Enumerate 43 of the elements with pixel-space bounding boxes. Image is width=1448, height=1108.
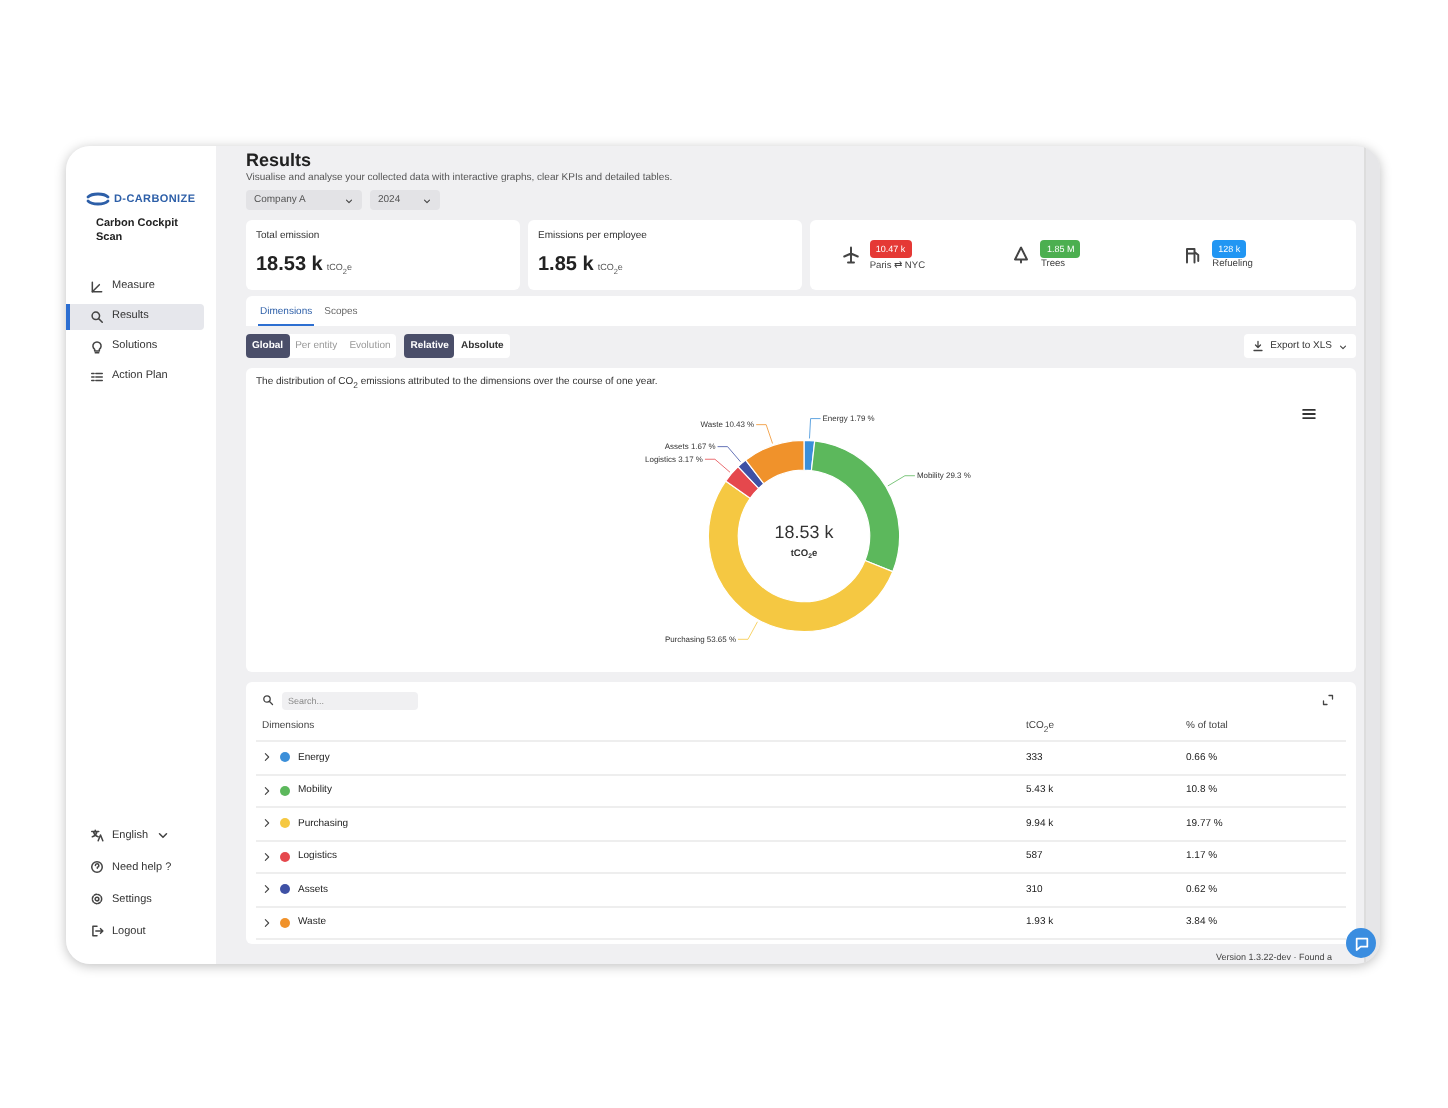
leader-line xyxy=(809,418,821,439)
tree-icon xyxy=(1012,246,1031,264)
expand-toggle[interactable] xyxy=(262,917,272,928)
scrollbar[interactable] xyxy=(1364,146,1380,964)
expand-toggle[interactable] xyxy=(262,851,272,862)
expand-toggle[interactable] xyxy=(262,785,272,796)
expand-toggle[interactable] xyxy=(262,884,272,895)
search-icon xyxy=(90,309,104,324)
help-icon xyxy=(90,860,104,874)
leader-line xyxy=(737,621,758,640)
chevron-right-icon xyxy=(262,785,272,796)
donut-total: 18.53 k xyxy=(774,521,834,542)
chevron-right-icon xyxy=(262,752,272,763)
chevron-down-icon xyxy=(422,195,432,205)
chat-icon xyxy=(1353,935,1369,951)
chevron-right-icon xyxy=(262,917,272,928)
fuel-pump-icon xyxy=(1184,246,1203,264)
chevron-right-icon xyxy=(262,884,272,895)
chevron-down-icon xyxy=(1338,341,1348,351)
expand-toggle[interactable] xyxy=(262,818,272,829)
translate-icon xyxy=(90,828,104,842)
leader-line xyxy=(887,475,916,487)
list-icon xyxy=(90,369,104,384)
page-title: Results xyxy=(246,150,314,170)
airplane-icon xyxy=(841,246,860,264)
logo-icon xyxy=(86,192,110,206)
ruler-icon xyxy=(90,279,104,294)
expand-icon xyxy=(1322,694,1334,706)
logout-icon xyxy=(90,924,104,938)
menu-icon xyxy=(1302,408,1316,420)
chevron-right-icon xyxy=(262,851,272,862)
chevron-right-icon xyxy=(262,818,272,829)
expand-toggle[interactable] xyxy=(262,752,272,763)
leader-line xyxy=(755,424,773,444)
search-icon xyxy=(262,694,274,706)
download-icon xyxy=(1252,340,1265,352)
chevron-down-icon xyxy=(344,195,354,205)
kpi-value: 18.53 k xyxy=(256,254,323,276)
settings-icon xyxy=(90,892,104,906)
leader-line xyxy=(717,446,741,463)
lightbulb-icon xyxy=(90,339,104,354)
kpi-value: 1.85 k xyxy=(538,254,594,276)
chevron-down-icon xyxy=(156,828,171,842)
